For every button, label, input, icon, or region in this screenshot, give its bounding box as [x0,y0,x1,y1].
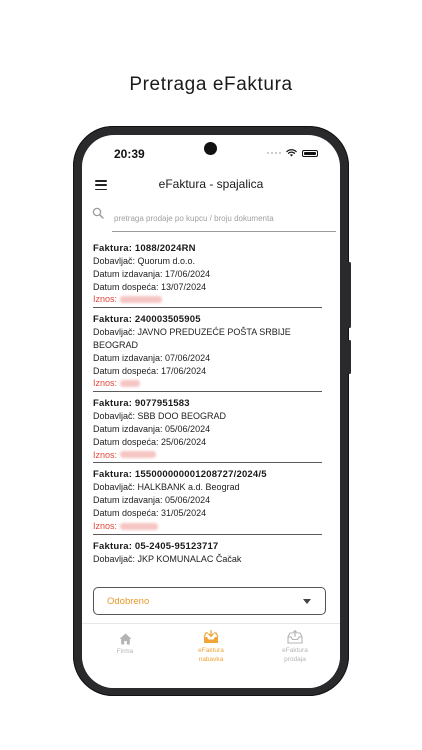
status-filter-value: Odobreno [107,595,150,607]
invoice-amount-label: Iznos: [93,378,118,389]
invoice-amount-label: Iznos: [93,294,118,305]
inbox-upload-icon [287,630,303,644]
invoice-supplier: Dobavljač: JKP KOMUNALAC Čačak [93,553,242,564]
redacted-amount [120,296,163,304]
nav-nabavka-label-1: eFaktura [198,647,224,654]
wifi-icon [286,149,297,157]
invoice-supplier: Dobavljač: Quorum d.o.o. [93,256,196,266]
nav-efaktura-nabavka[interactable]: eFaktura nabavka [176,630,246,664]
invoice-due-date: Datum dospeća: 31/05/2024 [93,507,207,518]
redacted-amount [120,451,157,459]
home-icon [119,633,131,645]
status-time: 20:39 [114,147,145,161]
nav-nabavka-label-2: nabavka [198,655,224,663]
invoice-due-date: Datum dospeća: 13/07/2024 [93,281,207,292]
invoice-amount-label: Iznos: [93,449,118,460]
invoice-title: Faktura: 240003505905 [93,314,201,326]
status-filter-dropdown[interactable]: Odobreno [93,587,326,615]
invoice-item[interactable]: Faktura: 155000000001208727/2024/5 Dobav… [93,463,322,535]
invoice-item[interactable]: Faktura: 240003505905 Dobavljač: JAVNO P… [93,308,322,393]
inbox-download-icon [203,630,219,643]
signal-icon [267,152,281,154]
invoice-amount: Iznos: [93,377,322,390]
caret-down-icon [303,598,311,604]
invoice-issue-date: Datum izdavanja: 05/06/2024 [93,423,211,434]
search-input[interactable] [112,205,336,232]
app-title: eFaktura - spajalica [158,177,264,191]
invoice-supplier: Dobavljač: SBB DOO BEOGRAD [93,411,227,422]
invoice-title: Faktura: 05-2405-95123717 [93,540,219,552]
invoice-item[interactable]: Faktura: 05-2405-95123717 Dobavljač: JKP… [93,535,322,566]
invoice-supplier: Dobavljač: HALKBANK a.d. Beograd [93,482,240,493]
nav-prodaja-label-2: prodaja [284,655,306,663]
camera-cutout [204,142,217,155]
invoice-due-date: Datum dospeća: 25/06/2024 [93,436,207,447]
invoice-title: Faktura: 155000000001208727/2024/5 [93,469,267,481]
search-icon [92,207,104,219]
invoice-amount: Iznos: [93,449,322,462]
invoice-issue-date: Datum izdavanja: 17/06/2024 [93,268,211,279]
invoice-amount: Iznos: [93,293,322,306]
phone-side-button [348,340,351,374]
invoice-amount: Iznos: [93,520,322,533]
redacted-amount [120,380,141,388]
phone-side-button [348,262,351,328]
app-screen: 20:39 eFaktura - spajalica Faktura: 1088… [82,135,340,688]
promo-title: Pretraga eFaktura [129,74,293,95]
invoice-title: Faktura: 1088/2024RN [93,243,196,254]
redacted-amount [120,522,159,530]
invoice-list[interactable]: Faktura: 1088/2024RN Dobavljač: Quorum d… [82,237,340,582]
invoice-title: Faktura: 9077951583 [93,398,190,410]
battery-icon [302,149,318,157]
invoice-item[interactable]: Faktura: 1088/2024RN Dobavljač: Quorum d… [93,237,322,309]
nav-firma[interactable]: Firma [90,633,160,657]
invoice-item[interactable]: Faktura: 9077951583 Dobavljač: SBB DOO B… [93,392,322,464]
nav-efaktura-prodaja[interactable]: eFaktura prodaja [260,630,330,664]
invoice-due-date: Datum dospeća: 17/06/2024 [93,365,207,376]
invoice-issue-date: Datum izdavanja: 05/06/2024 [93,495,211,506]
invoice-issue-date: Datum izdavanja: 07/06/2024 [93,352,211,363]
nav-firma-label: Firma [116,648,134,655]
bottom-nav: Firma eFaktura nabavka eFaktura prodaja [82,623,340,688]
nav-prodaja-label-1: eFaktura [282,647,308,654]
invoice-supplier: Dobavljač: JAVNO PREDUZEĆE POŠTA SRBIJE … [93,327,291,350]
status-icons [267,149,318,157]
invoice-amount-label: Iznos: [93,520,118,531]
